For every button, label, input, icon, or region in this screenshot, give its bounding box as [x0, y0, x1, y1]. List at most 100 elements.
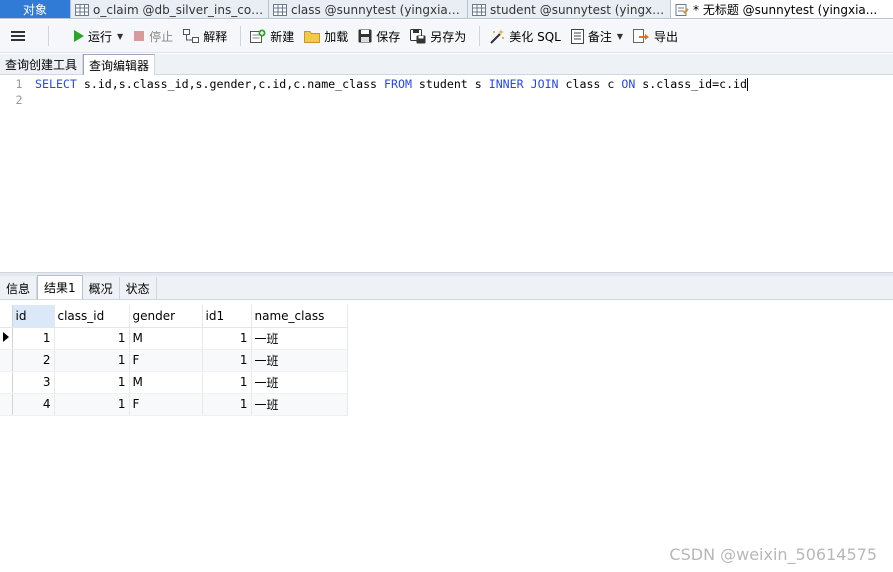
sql-text: s.class_id=c.id [635, 77, 748, 91]
editor-line: 2 [0, 92, 893, 108]
editor-line: 1 SELECT s.id,s.class_id,s.gender,c.id,c… [0, 76, 893, 92]
sql-text: s.id,s.class_id,s.gender,c.id,c.name_cla… [76, 77, 385, 91]
chevron-down-icon[interactable]: ▼ [617, 32, 623, 41]
new-button[interactable]: 新建 [247, 24, 297, 48]
tab-o-claim[interactable]: o_claim @db_silver_ins_core... [71, 0, 269, 18]
tab-profile[interactable]: 概况 [83, 277, 120, 299]
cell-id1[interactable]: 1 [202, 327, 252, 350]
cell-class-id[interactable]: 1 [54, 393, 130, 416]
cell-id1[interactable]: 1 [202, 393, 252, 416]
tab-query-builder[interactable]: 查询创建工具 [0, 54, 84, 75]
cell-gender[interactable]: F [129, 393, 203, 416]
cell-name-class[interactable]: 一班 [251, 371, 348, 394]
column-header-id[interactable]: id [12, 305, 55, 328]
tab-class[interactable]: class @sunnytest (yingxiaob... [269, 0, 468, 18]
sql-statement[interactable]: SELECT s.id,s.class_id,s.gender,c.id,c.n… [32, 76, 749, 92]
explain-button[interactable]: 解释 [180, 24, 230, 48]
cell-name-class[interactable]: 一班 [251, 349, 348, 372]
result-grid[interactable]: id class_id gender id1 name_class 1 1 M … [0, 305, 348, 416]
comment-label: 备注 [587, 29, 612, 44]
cell-id[interactable]: 4 [12, 393, 55, 416]
run-icon [74, 30, 84, 42]
result-tabs: 信息 结果1 概况 状态 [0, 275, 893, 300]
beautify-sql-button[interactable]: 美化 SQL [486, 24, 564, 48]
tab-student[interactable]: student @sunnytest (yingxia... [468, 0, 671, 18]
folder-icon [304, 30, 321, 43]
row-header[interactable] [0, 349, 13, 372]
sql-keyword: ON [621, 77, 636, 91]
cell-gender[interactable]: M [129, 371, 203, 394]
sql-keyword: SELECT [35, 77, 77, 91]
cell-id1[interactable]: 1 [202, 349, 252, 372]
menu-button[interactable] [8, 24, 32, 48]
run-label: 运行 [88, 29, 113, 44]
stop-button[interactable]: 停止 [130, 24, 176, 48]
column-header-gender[interactable]: gender [129, 305, 203, 328]
row-header[interactable] [0, 371, 13, 394]
row-header-corner [0, 305, 13, 328]
tab-query-editor[interactable]: 查询编辑器 [83, 54, 156, 75]
save-as-button[interactable]: 另存为 [407, 24, 469, 48]
column-header-name-class[interactable]: name_class [251, 305, 348, 328]
load-label: 加载 [324, 29, 349, 44]
sql-editor[interactable]: 1 SELECT s.id,s.class_id,s.gender,c.id,c… [0, 76, 893, 272]
cell-gender[interactable]: M [129, 327, 203, 350]
cell-name-class[interactable]: 一班 [251, 393, 348, 416]
cell-id1[interactable]: 1 [202, 371, 252, 394]
load-button[interactable]: 加载 [301, 24, 351, 48]
column-header-id1[interactable]: id1 [202, 305, 252, 328]
tab-student-label: student @sunnytest (yingxia... [490, 2, 666, 17]
tab-status[interactable]: 状态 [120, 277, 157, 299]
cell-id[interactable]: 2 [12, 349, 55, 372]
export-button[interactable]: 导出 [630, 24, 681, 48]
cell-class-id[interactable]: 1 [54, 371, 130, 394]
table-icon [273, 3, 287, 16]
tab-objects-label: 对象 [22, 3, 47, 17]
cell-gender[interactable]: F [129, 349, 203, 372]
table-row[interactable]: 1 1 M 1 一班 [0, 327, 348, 350]
explain-icon [183, 29, 200, 43]
sql-text: class c [558, 77, 622, 91]
cell-class-id[interactable]: 1 [54, 349, 130, 372]
table-row[interactable]: 2 1 F 1 一班 [0, 349, 348, 372]
row-header[interactable] [0, 393, 13, 416]
table-row[interactable]: 3 1 M 1 一班 [0, 371, 348, 394]
line-number: 1 [15, 77, 23, 91]
watermark: CSDN @weixin_50614575 [669, 545, 877, 564]
chevron-down-icon[interactable]: ▼ [117, 32, 123, 41]
new-label: 新建 [270, 29, 295, 44]
current-row-arrow-icon [3, 332, 9, 342]
menu-icon [11, 31, 25, 41]
cell-class-id[interactable]: 1 [54, 327, 130, 350]
editor-mode-tabs: 查询创建工具 查询编辑器 [0, 54, 893, 75]
tab-result1-label: 结果1 [44, 281, 76, 295]
run-button[interactable]: 运行 ▼ [69, 24, 126, 48]
grid-header-row: id class_id gender id1 name_class [0, 305, 348, 328]
toolbar-separator [48, 26, 49, 46]
save-button[interactable]: 保存 [355, 24, 403, 48]
table-icon [472, 3, 486, 16]
tab-untitled-query-label: * 无标题 @sunnytest (yingxia... [693, 3, 878, 17]
tab-class-label: class @sunnytest (yingxiaob... [291, 2, 463, 17]
query-toolbar: 运行 ▼ 停止 解释 新建 加载 保存 另存为 美化 SQL 备注 ▼ 导出 [0, 20, 893, 53]
comment-button[interactable]: 备注 ▼ [568, 24, 626, 48]
comment-doc-icon [570, 28, 584, 44]
sql-keyword: INNER [488, 77, 524, 91]
save-label: 保存 [376, 29, 401, 44]
row-header[interactable] [0, 327, 13, 350]
tab-query-editor-label: 查询编辑器 [89, 58, 150, 73]
sql-empty-line[interactable] [32, 92, 35, 108]
tab-objects[interactable]: 对象 [0, 0, 71, 18]
cell-id[interactable]: 3 [12, 371, 55, 394]
tab-untitled-query[interactable]: * 无标题 @sunnytest (yingxia... [671, 0, 893, 18]
table-icon [75, 3, 89, 16]
stop-label: 停止 [149, 29, 174, 44]
cell-name-class[interactable]: 一班 [251, 327, 348, 350]
table-row[interactable]: 4 1 F 1 一班 [0, 393, 348, 416]
tab-info[interactable]: 信息 [0, 277, 38, 299]
cell-id[interactable]: 1 [12, 327, 55, 350]
text-cursor [747, 78, 749, 91]
sql-text: student s [411, 77, 489, 91]
column-header-class-id[interactable]: class_id [54, 305, 130, 328]
tab-result1[interactable]: 结果1 [37, 275, 83, 299]
